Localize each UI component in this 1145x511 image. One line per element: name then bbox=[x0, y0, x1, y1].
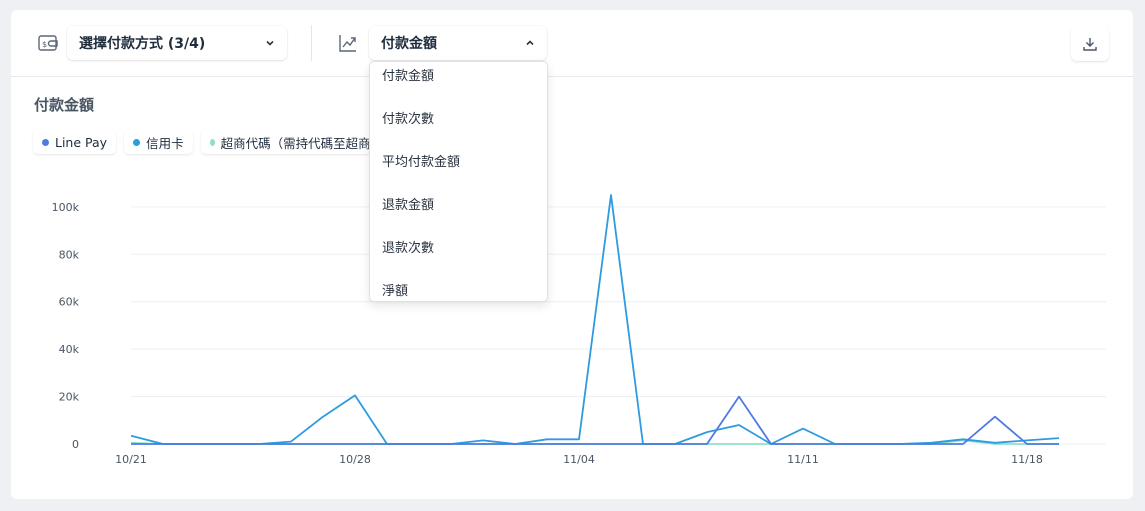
x-tick-label: 11/11 bbox=[787, 453, 819, 466]
menu-item-payment-amount[interactable]: 付款金額 bbox=[382, 65, 434, 84]
metric-dropdown-menu: 付款金額 付款次數 平均付款金額 退款金額 退款次數 淨額 bbox=[369, 61, 548, 302]
y-tick-label: 40k bbox=[59, 343, 80, 356]
y-tick-label: 80k bbox=[59, 248, 80, 261]
menu-item-refund-count[interactable]: 退款次數 bbox=[382, 237, 434, 256]
x-tick-label: 10/21 bbox=[115, 453, 147, 466]
menu-item-net-amount[interactable]: 淨額 bbox=[382, 280, 408, 299]
menu-item-average-payment-amount[interactable]: 平均付款金額 bbox=[382, 151, 460, 170]
x-tick-label: 11/04 bbox=[563, 453, 595, 466]
y-tick-label: 100k bbox=[52, 201, 80, 214]
y-tick-label: 0 bbox=[72, 438, 79, 451]
payment-chart-card: $ 選擇付款方式 (3/4) 付款金額 付款金額 Line Pay 信用卡 超商… bbox=[11, 10, 1133, 499]
y-tick-label: 20k bbox=[59, 391, 80, 404]
menu-item-payment-count[interactable]: 付款次數 bbox=[382, 108, 434, 127]
menu-item-refund-amount[interactable]: 退款金額 bbox=[382, 194, 434, 213]
x-tick-label: 10/28 bbox=[339, 453, 371, 466]
line-chart: 0 20k 40k 60k 80k 100k 10/21 10/28 11/04 11/11 11/… bbox=[52, 194, 1106, 466]
y-tick-label: 60k bbox=[59, 296, 80, 309]
x-tick-label: 11/18 bbox=[1011, 453, 1043, 466]
series-line bbox=[130, 194, 1060, 445]
series-line bbox=[131, 395, 1059, 445]
